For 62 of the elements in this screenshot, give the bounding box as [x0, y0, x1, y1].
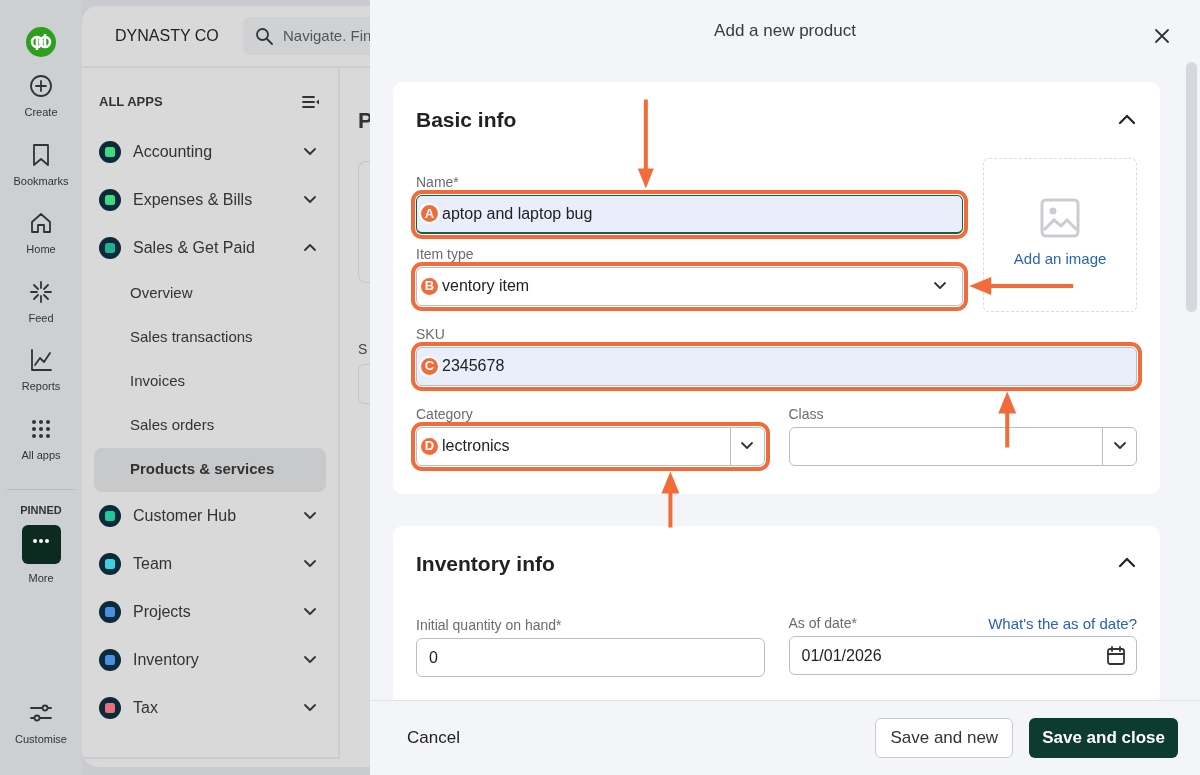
pinned-heading: PINNED — [20, 503, 62, 518]
sidebar-item[interactable]: Projects — [94, 587, 326, 636]
sidebar-subitem[interactable]: Sales transactions — [94, 315, 326, 360]
add-image-link[interactable]: Add an image — [1013, 248, 1107, 271]
field-label: Name* — [416, 172, 459, 192]
rail-label[interactable]: Bookmarks — [13, 172, 69, 189]
rail-label[interactable]: Create — [24, 104, 58, 121]
section-title: Basic info — [416, 107, 517, 133]
sidebar-subitem[interactable]: Overview — [94, 271, 326, 316]
field-label: Item type — [416, 244, 474, 264]
sidebar-item[interactable]: Inventory — [94, 635, 326, 684]
sidebar-subitem[interactable]: Sales orders — [94, 403, 326, 448]
marker-badge: C — [419, 355, 440, 377]
marker-badge: A — [419, 203, 440, 224]
field-label: As of date* — [788, 614, 857, 633]
date-field[interactable]: 01/01/2026 — [788, 636, 1137, 675]
sidebar-item[interactable]: Customer Hub — [94, 491, 326, 540]
field-label: Initial quantity on hand* — [416, 616, 562, 635]
sidebar-subitem[interactable]: Products & services — [94, 447, 326, 492]
marker-badge: B — [419, 275, 440, 297]
company-name: DYNASTY CO — [115, 26, 220, 46]
logo-icon[interactable] — [25, 26, 57, 58]
rail-label[interactable]: Reports — [21, 378, 61, 395]
field-label: S — [358, 340, 369, 359]
home-icon[interactable] — [29, 211, 53, 235]
sidebar-heading: ALL APPS — [99, 93, 163, 111]
sidebar-item[interactable]: Tax — [94, 683, 326, 732]
plus-icon[interactable] — [29, 74, 53, 98]
rail-label[interactable]: Home — [26, 241, 56, 258]
section-title: Inventory info — [416, 550, 555, 577]
feed-icon[interactable] — [29, 279, 53, 304]
rail-label[interactable]: Feed — [28, 309, 54, 326]
dropdown-field[interactable] — [788, 426, 1137, 466]
collapse-icon[interactable] — [302, 94, 320, 109]
sidebar-item[interactable]: Accounting — [94, 127, 326, 176]
input-field[interactable]: 0 — [416, 638, 765, 677]
save-and-new-button[interactable]: Save and new — [875, 718, 1014, 758]
rail-label[interactable]: Customise — [15, 730, 67, 747]
save-and-close-button[interactable]: Save and close — [1029, 718, 1178, 758]
field-label: Class — [788, 404, 824, 424]
drawer-title: Add a new product — [714, 20, 856, 43]
help-link[interactable]: What's the as of date? — [988, 613, 1137, 636]
field-label: SKU — [416, 324, 445, 344]
arrow — [661, 471, 680, 528]
chart-icon[interactable] — [29, 348, 53, 372]
arrow — [998, 391, 1017, 448]
search-icon — [255, 27, 273, 45]
calendar-icon[interactable] — [1106, 645, 1126, 666]
scrollbar[interactable] — [1186, 62, 1197, 312]
more-icon — [33, 539, 49, 543]
marker-badge: D — [419, 435, 440, 457]
rail-label[interactable]: All apps — [21, 446, 61, 463]
image-icon — [1040, 198, 1081, 239]
cancel-button[interactable]: Cancel — [406, 724, 461, 752]
sidebar-subitem[interactable]: Invoices — [94, 359, 326, 404]
field-label: Category — [416, 404, 473, 424]
sidebar-item[interactable]: Sales & Get Paid — [94, 223, 326, 272]
sidebar-item[interactable]: Team — [94, 539, 326, 588]
close-icon — [1154, 27, 1170, 44]
rail-label[interactable]: More — [28, 569, 54, 586]
sidebar-item[interactable]: Expenses & Bills — [94, 175, 326, 224]
more-button[interactable] — [21, 524, 61, 564]
